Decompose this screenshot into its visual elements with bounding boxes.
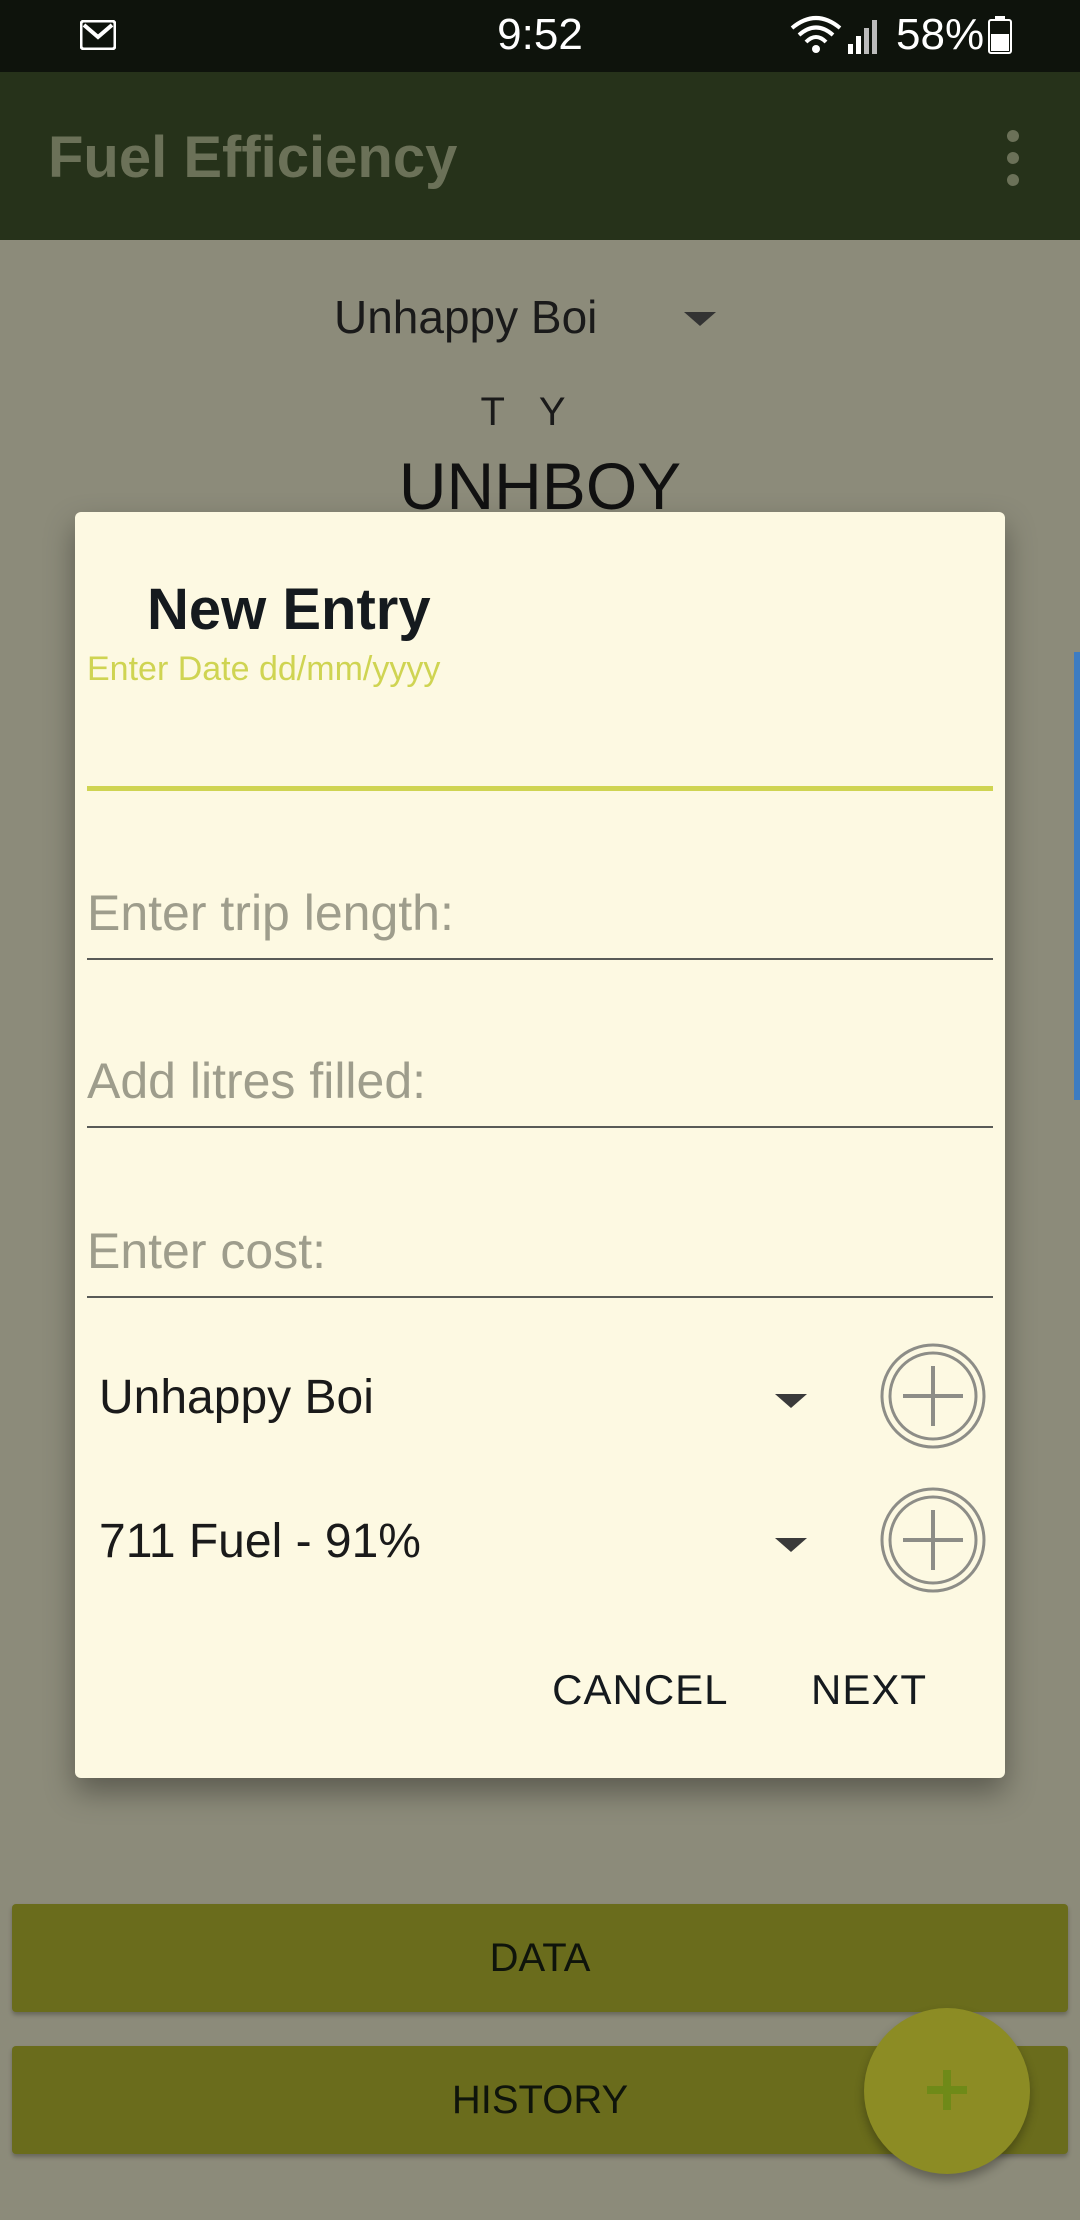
dialog-actions: CANCEL NEXT — [474, 1666, 927, 1736]
vehicle-spinner-label: Unhappy Boi — [99, 1371, 374, 1424]
battery-percent: 58% — [896, 10, 985, 59]
vehicle-spinner[interactable]: Unhappy Boi — [87, 1352, 887, 1442]
vehicle-letters: TY — [480, 390, 600, 434]
signal-icon — [848, 20, 877, 54]
add-fuel-icon[interactable] — [879, 1486, 987, 1594]
app-title: Fuel Efficiency — [48, 125, 458, 190]
vehicle-selector[interactable]: Unhappy Boi — [334, 286, 724, 348]
trip-length-field[interactable] — [87, 878, 993, 948]
date-field-label: Enter Date dd/mm/yyyy — [87, 650, 441, 688]
wifi-icon — [790, 16, 842, 53]
new-entry-dialog: New Entry Enter Date dd/mm/yyyy Unhappy … — [75, 512, 1005, 1778]
dropdown-arrow-icon — [775, 1394, 807, 1408]
cost-underline — [87, 1296, 993, 1298]
add-entry-fab[interactable] — [864, 2008, 1030, 2174]
dropdown-arrow-icon — [684, 312, 716, 326]
cancel-button[interactable]: CANCEL — [552, 1666, 728, 1714]
cost-field[interactable] — [87, 1216, 993, 1286]
add-vehicle-icon[interactable] — [879, 1342, 987, 1450]
data-button[interactable]: DATA — [12, 1904, 1068, 2012]
fuel-spinner[interactable]: 711 Fuel - 91% — [87, 1496, 887, 1586]
next-button[interactable]: NEXT — [811, 1666, 927, 1714]
dialog-title: New Entry — [147, 577, 431, 642]
more-vert-icon[interactable] — [998, 130, 1028, 186]
scroll-indicator — [1074, 652, 1080, 1100]
battery-icon — [988, 16, 1012, 54]
fuel-spinner-label: 711 Fuel - 91% — [99, 1515, 421, 1568]
trip-length-underline — [87, 958, 993, 960]
vehicle-selector-label: Unhappy Boi — [334, 291, 598, 343]
app-bar: Fuel Efficiency — [0, 72, 1080, 240]
litres-underline — [87, 1126, 993, 1128]
dropdown-arrow-icon — [775, 1538, 807, 1552]
date-field-underline — [87, 786, 993, 791]
litres-field[interactable] — [87, 1046, 993, 1116]
date-field[interactable] — [87, 708, 993, 778]
status-bar: 9:52 58% — [0, 0, 1080, 72]
